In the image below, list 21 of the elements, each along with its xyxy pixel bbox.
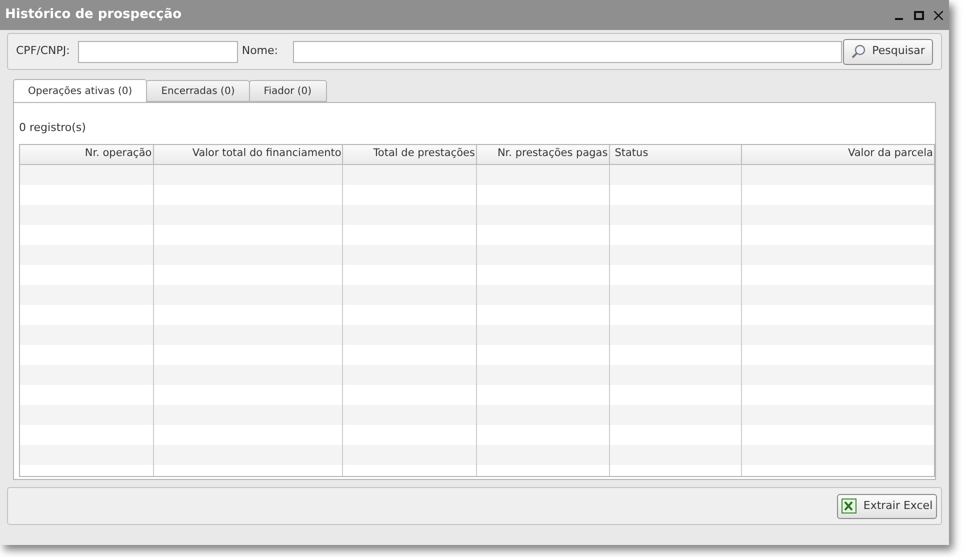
window-title: Histórico de prospecção (5, 6, 183, 24)
column-header[interactable]: Valor total do financiamento (154, 144, 344, 164)
tab[interactable]: Encerradas (0) (146, 80, 250, 102)
column-header[interactable]: Nr. prestações pagas (476, 144, 610, 164)
maximize-icon[interactable] (914, 10, 924, 20)
column-header[interactable]: Nr. operação (20, 144, 154, 164)
column-header[interactable]: Status (610, 144, 742, 164)
tab[interactable]: Fiador (0) (248, 80, 327, 102)
search-button[interactable]: Pesquisar (843, 38, 933, 64)
cpf-field[interactable] (78, 40, 238, 62)
spreadsheet-icon (841, 498, 858, 514)
column-header[interactable]: Valor da parcela (742, 144, 934, 164)
column-header[interactable]: Total de prestações (343, 144, 477, 164)
record-count: 0 registro(s) (19, 120, 87, 136)
field-label: CPF/CNPJ: (16, 43, 70, 60)
search-icon (851, 44, 866, 59)
name-field[interactable] (293, 40, 842, 62)
field-label: Nome: (242, 43, 278, 60)
tab[interactable]: Operações ativas (0) (13, 79, 148, 102)
export-excel-button[interactable]: Extrair Excel (837, 494, 937, 518)
close-icon[interactable] (934, 10, 943, 20)
